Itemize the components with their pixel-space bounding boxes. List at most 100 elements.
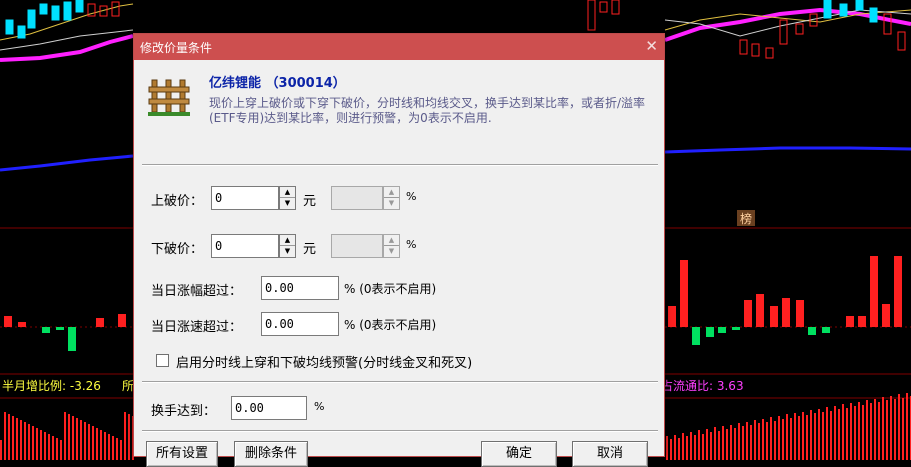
turnover-input[interactable]: 0.00 xyxy=(231,396,307,420)
candlestick xyxy=(75,0,84,13)
lower-break-input[interactable]: 0 xyxy=(211,234,279,258)
candlestick xyxy=(63,1,72,21)
candlestick xyxy=(599,1,608,13)
volume-bar xyxy=(730,425,732,460)
volume-bar xyxy=(20,420,22,460)
volume-bar xyxy=(894,399,896,460)
upper-break-pct-sign: % xyxy=(406,190,417,203)
volume-bar xyxy=(882,397,884,460)
spin-down-icon[interactable]: ▼ xyxy=(384,246,399,257)
indicator-bar xyxy=(692,327,700,345)
volume-bar xyxy=(60,440,62,460)
lower-break-spinner[interactable]: ▲ ▼ xyxy=(279,234,296,258)
delete-condition-button[interactable]: 删除条件 xyxy=(234,441,308,467)
volume-bar xyxy=(722,426,724,460)
separator-bottom xyxy=(142,430,658,432)
candlestick xyxy=(869,7,878,23)
ma-cross-checkbox[interactable] xyxy=(156,354,169,367)
volume-bar xyxy=(834,406,836,460)
spin-up-icon[interactable]: ▲ xyxy=(384,235,399,246)
separator-middle xyxy=(142,381,658,383)
lower-break-label: 下破价： xyxy=(151,242,204,257)
volume-bar xyxy=(766,422,768,460)
spin-up-icon[interactable]: ▲ xyxy=(384,187,399,198)
candlestick xyxy=(751,43,760,57)
volume-bar xyxy=(80,420,82,460)
volume-bar xyxy=(76,418,78,460)
volume-bar xyxy=(714,427,716,460)
ma-cross-label[interactable]: 启用分时线上穿和下破均线预警(分时线金叉和死叉) xyxy=(176,352,472,371)
float-ratio-stat: 占流通比: 3.63 xyxy=(661,379,744,393)
all-settings-button[interactable]: 所有设置 xyxy=(146,441,218,467)
volume-bar xyxy=(878,402,880,460)
volume-bar xyxy=(112,436,114,460)
volume-bar xyxy=(726,429,728,460)
volume-bar xyxy=(762,419,764,460)
volume-bar xyxy=(84,422,86,460)
indicator-bar xyxy=(68,327,76,351)
candlestick xyxy=(795,23,804,35)
volume-bar xyxy=(670,439,672,460)
volume-bar xyxy=(694,435,696,460)
upper-break-input[interactable]: 0 xyxy=(211,186,279,210)
day-speed-input[interactable]: 0.00 xyxy=(261,312,339,336)
indicator-bar xyxy=(858,316,866,327)
lower-break-pct-input[interactable] xyxy=(331,234,383,258)
indicator-bar xyxy=(718,327,726,333)
candlestick xyxy=(823,0,832,19)
day-speed-label: 当日涨速超过： xyxy=(151,320,243,335)
volume-bar xyxy=(96,428,98,460)
indicator-bar xyxy=(744,300,752,327)
volume-bar xyxy=(742,426,744,460)
upper-break-pct-spinner[interactable]: ▲ ▼ xyxy=(383,186,400,210)
indicator-bar xyxy=(18,322,26,327)
dialog-description: 现价上穿上破价或下穿下破价，分时线和均线交叉，换手达到某比率，或者折/溢率(ET… xyxy=(209,96,646,125)
volume-bar xyxy=(36,428,38,460)
volume-bar xyxy=(782,419,784,460)
close-icon[interactable]: ✕ xyxy=(645,37,658,55)
volume-bar xyxy=(108,434,110,460)
upper-break-pct-input[interactable] xyxy=(331,186,383,210)
spin-down-icon[interactable]: ▼ xyxy=(280,198,295,209)
spin-up-icon[interactable]: ▲ xyxy=(280,235,295,246)
indicator-bar xyxy=(96,318,104,327)
volume-bar xyxy=(738,423,740,460)
half-month-ratio-stat: 半月增比例: -3.26 xyxy=(2,379,101,393)
upper-break-label: 上破价： xyxy=(151,194,204,209)
indicator-bar xyxy=(782,298,790,327)
volume-bar xyxy=(4,412,6,460)
volume-bar xyxy=(40,430,42,460)
lower-break-pct-spinner[interactable]: ▲ ▼ xyxy=(383,234,400,258)
candlestick xyxy=(111,1,120,17)
upper-break-spinner[interactable]: ▲ ▼ xyxy=(279,186,296,210)
day-rise-input[interactable]: 0.00 xyxy=(261,276,339,300)
indicator-bar xyxy=(882,304,890,327)
volume-bar xyxy=(32,426,34,460)
volume-bar xyxy=(810,410,812,460)
dialog-body: 亿纬锂能 （300014） 现价上穿上破价或下穿下破价，分时线和均线交叉，换手达… xyxy=(134,60,664,467)
ok-button[interactable]: 确定 xyxy=(481,441,557,467)
volume-bar xyxy=(778,416,780,460)
separator-top xyxy=(142,164,658,166)
indicator-bar xyxy=(870,256,878,327)
volume-bar xyxy=(842,404,844,460)
spin-down-icon[interactable]: ▼ xyxy=(384,198,399,209)
stock-name: 亿纬锂能 （300014） xyxy=(209,76,346,91)
volume-bar xyxy=(116,438,118,460)
cancel-button[interactable]: 取消 xyxy=(572,441,648,467)
spin-up-icon[interactable]: ▲ xyxy=(280,187,295,198)
candlestick xyxy=(779,19,788,45)
volume-bar xyxy=(12,416,14,460)
spin-down-icon[interactable]: ▼ xyxy=(280,246,295,257)
volume-bar xyxy=(786,414,788,460)
volume-bar xyxy=(902,398,904,460)
volume-bar xyxy=(826,407,828,460)
volume-bar xyxy=(48,434,50,460)
dialog-titlebar[interactable]: 修改价量条件 ✕ xyxy=(134,34,664,60)
candlestick xyxy=(611,0,620,15)
volume-bar xyxy=(802,412,804,460)
volume-bar xyxy=(702,434,704,460)
indicator-bar xyxy=(756,294,764,327)
volume-bar xyxy=(64,412,66,460)
volume-bar xyxy=(750,425,752,460)
